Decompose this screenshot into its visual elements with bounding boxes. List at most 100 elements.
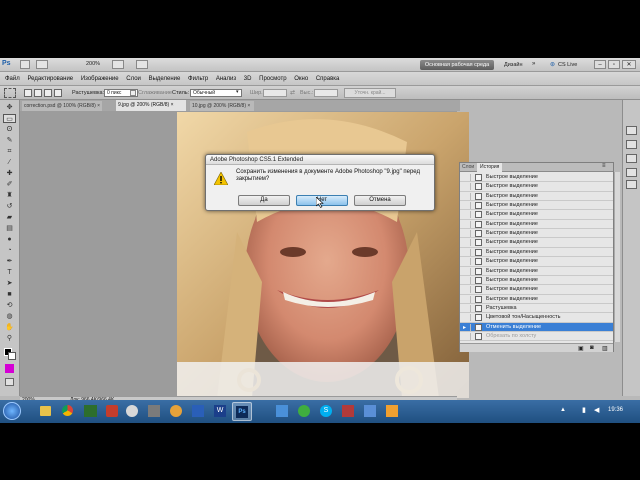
- volume-icon[interactable]: ◀: [594, 406, 599, 414]
- history-item[interactable]: Быстрое выделение: [460, 192, 613, 202]
- style-select[interactable]: Обычный: [190, 89, 242, 97]
- history-item[interactable]: Быстрое выделение: [460, 173, 613, 183]
- history-brush-source-icon[interactable]: [463, 332, 471, 340]
- history-brush-source-icon[interactable]: [463, 192, 471, 200]
- menu-file[interactable]: Файл: [2, 72, 23, 86]
- layers-panel-icon[interactable]: [626, 168, 637, 177]
- trash-icon[interactable]: ▥: [602, 345, 608, 352]
- cs-live-icon[interactable]: ⊛: [550, 61, 555, 68]
- menu-edit[interactable]: Редактирование: [24, 72, 76, 86]
- history-item[interactable]: Быстрое выделение: [460, 295, 613, 304]
- history-item[interactable]: Обрезать по холсту: [460, 332, 613, 342]
- shape-tool-icon[interactable]: ■: [3, 290, 16, 299]
- menu-layers[interactable]: Слои: [123, 72, 144, 86]
- history-brush-source-icon[interactable]: [463, 211, 471, 219]
- history-item[interactable]: Быстрое выделение: [460, 267, 613, 276]
- tab-layers[interactable]: Слои: [462, 164, 474, 170]
- 3d-orbit-tool-icon[interactable]: ◍: [3, 312, 16, 321]
- app-icon-darkred[interactable]: [342, 405, 354, 417]
- history-brush-source-icon[interactable]: [463, 183, 471, 191]
- app-icon-gray[interactable]: [148, 405, 160, 417]
- network-icon[interactable]: ▮: [582, 406, 586, 414]
- menu-help[interactable]: Справка: [313, 72, 343, 86]
- antialias-checkbox[interactable]: [130, 90, 136, 96]
- snapshot-icon[interactable]: ◙: [590, 345, 594, 351]
- app-icon-word[interactable]: W: [214, 405, 226, 417]
- healing-brush-tool-icon[interactable]: ✚: [3, 169, 16, 178]
- eraser-tool-icon[interactable]: ▰: [3, 213, 16, 222]
- zoom-level[interactable]: 200%: [86, 61, 100, 67]
- swap-icon[interactable]: ⇄: [290, 89, 295, 96]
- marquee-tool-icon[interactable]: ▭: [3, 114, 16, 123]
- refine-edge-button[interactable]: Уточн. край...: [344, 88, 396, 98]
- lasso-tool-icon[interactable]: ʘ: [3, 125, 16, 134]
- clone-stamp-tool-icon[interactable]: ♜: [3, 191, 16, 200]
- history-item[interactable]: ▸ Отменить выделение: [460, 322, 613, 332]
- add-selection-icon[interactable]: [34, 89, 42, 97]
- history-brush-source-icon[interactable]: [463, 304, 471, 312]
- history-item[interactable]: Быстрое выделение: [460, 276, 613, 286]
- history-brush-source-icon[interactable]: [463, 248, 471, 256]
- app-icon-red[interactable]: [106, 405, 118, 417]
- move-tool-icon[interactable]: ✥: [3, 103, 16, 112]
- explorer-icon[interactable]: [40, 406, 51, 416]
- clock[interactable]: 19:36: [608, 407, 623, 413]
- tab-correction[interactable]: correction.psd @ 100% (RGB/8) ×: [22, 101, 102, 111]
- history-panel-icon[interactable]: [626, 180, 637, 189]
- history-brush-source-icon[interactable]: [463, 202, 471, 210]
- app-icon-blue[interactable]: [192, 405, 204, 417]
- history-item[interactable]: Быстрое выделение: [460, 220, 613, 230]
- history-brush-tool-icon[interactable]: ↺: [3, 202, 16, 211]
- history-brush-source-icon[interactable]: [463, 267, 471, 275]
- menu-image[interactable]: Изображение: [78, 72, 122, 86]
- tab-9jpg[interactable]: 9.jpg @ 200% (RGB/8) ×: [116, 100, 186, 111]
- history-brush-source-icon[interactable]: [463, 174, 471, 181]
- quick-selection-tool-icon[interactable]: ✎: [3, 136, 16, 145]
- history-item[interactable]: Быстрое выделение: [460, 257, 613, 267]
- start-button[interactable]: [3, 402, 21, 420]
- close-button[interactable]: ✕: [622, 60, 636, 69]
- new-document-from-state-icon[interactable]: ▣: [578, 345, 584, 352]
- menu-view[interactable]: Просмотр: [256, 72, 289, 86]
- history-item[interactable]: Быстрое выделение: [460, 201, 613, 211]
- menu-select[interactable]: Выделение: [146, 72, 184, 86]
- skype-icon[interactable]: S: [320, 405, 332, 417]
- tray-arrow-icon[interactable]: ▲: [560, 407, 566, 413]
- maximize-button[interactable]: ▫: [608, 60, 620, 69]
- history-item[interactable]: Растушевка: [460, 304, 613, 314]
- tab-10jpg[interactable]: 10.jpg @ 200% (RGB/8) ×: [190, 101, 254, 111]
- chrome-icon[interactable]: [62, 405, 73, 416]
- pen-tool-icon[interactable]: ✒: [3, 257, 16, 266]
- history-brush-source-icon[interactable]: [463, 220, 471, 228]
- path-selection-tool-icon[interactable]: ➤: [3, 279, 16, 288]
- app-icon-disc[interactable]: [126, 405, 138, 417]
- gradient-tool-icon[interactable]: ▤: [3, 224, 16, 233]
- new-selection-icon[interactable]: [24, 89, 32, 97]
- marquee-tool-preset-icon[interactable]: [4, 88, 16, 98]
- history-scrollbar[interactable]: [614, 172, 620, 342]
- history-brush-source-icon[interactable]: [463, 239, 471, 247]
- menu-filter[interactable]: Фильтр: [185, 72, 211, 86]
- workspace-button[interactable]: Основная рабочая среда: [420, 60, 494, 70]
- dodge-tool-icon[interactable]: ◔: [3, 246, 16, 255]
- adjustments-panel-icon[interactable]: [626, 140, 637, 149]
- panel-menu-icon[interactable]: ≡: [602, 163, 606, 169]
- masks-panel-icon[interactable]: [626, 154, 637, 163]
- history-item[interactable]: Быстрое выделение: [460, 248, 613, 258]
- width-input[interactable]: [263, 89, 287, 97]
- quick-mask-color-swatch[interactable]: [5, 364, 14, 373]
- history-brush-source-icon[interactable]: [463, 314, 471, 322]
- intersect-selection-icon[interactable]: [54, 89, 62, 97]
- app-icon-green[interactable]: [298, 405, 310, 417]
- height-input[interactable]: [314, 89, 338, 97]
- eyedropper-tool-icon[interactable]: ⁄: [3, 158, 16, 167]
- tab-history[interactable]: История: [477, 163, 503, 172]
- menu-3d[interactable]: 3D: [241, 72, 255, 86]
- blur-tool-icon[interactable]: ●: [3, 235, 16, 244]
- mini-bridge-icon[interactable]: [36, 60, 48, 69]
- hand-tool-icon[interactable]: ✋: [3, 323, 16, 332]
- app-icon-blue2[interactable]: [364, 405, 376, 417]
- history-brush-source-icon[interactable]: [463, 295, 471, 303]
- menu-window[interactable]: Окно: [291, 72, 311, 86]
- history-item[interactable]: Быстрое выделение: [460, 285, 613, 295]
